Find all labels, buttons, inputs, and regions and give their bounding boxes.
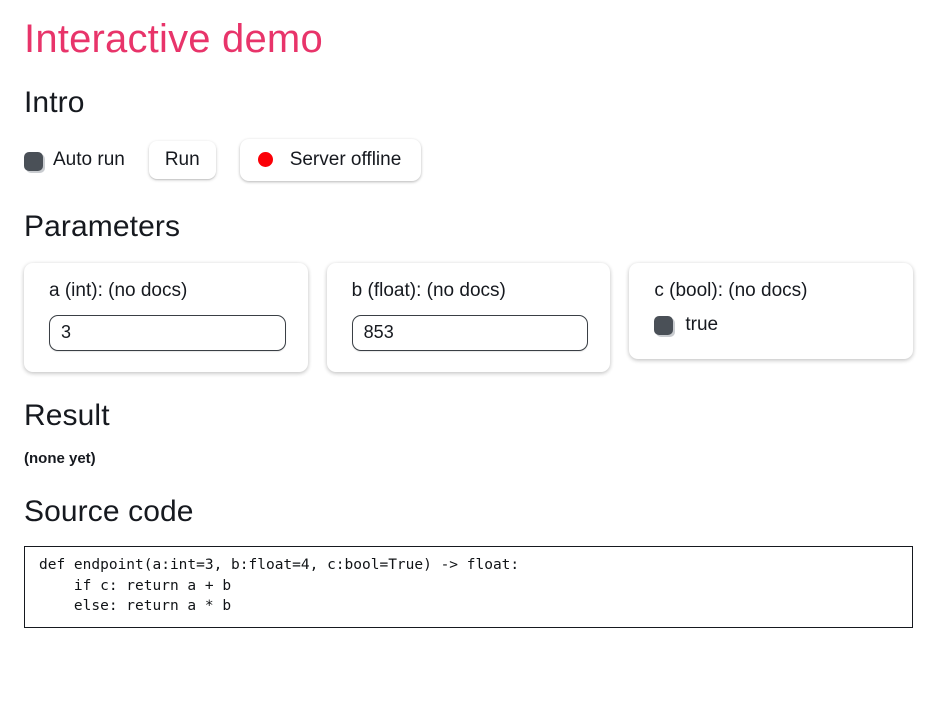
- run-button[interactable]: Run: [148, 141, 216, 180]
- source-code-text: def endpoint(a:int=3, b:float=4, c:bool=…: [39, 556, 520, 615]
- page-root: Interactive demo Intro Auto run Run Serv…: [0, 0, 937, 628]
- param-card-b: b (float): (no docs): [326, 263, 611, 372]
- param-checkbox-c[interactable]: true: [654, 313, 719, 335]
- param-input-a[interactable]: [49, 314, 286, 351]
- param-label-c: c (bool): (no docs): [654, 280, 808, 302]
- param-label-b: b (float): (no docs): [351, 280, 506, 302]
- source-code-box: def endpoint(a:int=3, b:float=4, c:bool=…: [24, 545, 913, 628]
- param-card-c: c (bool): (no docs) true: [629, 263, 914, 359]
- source-code-heading: Source code: [24, 494, 194, 528]
- result-heading: Result: [24, 398, 110, 432]
- checkbox-icon[interactable]: [24, 151, 43, 171]
- intro-controls-row: Auto run Run Server offline: [24, 139, 913, 182]
- param-card-a: a (int): (no docs): [24, 263, 308, 372]
- checkbox-icon[interactable]: [654, 315, 674, 335]
- intro-heading: Intro: [24, 86, 85, 120]
- param-input-b[interactable]: [351, 314, 589, 351]
- auto-run-label: Auto run: [53, 149, 125, 171]
- server-status-badge[interactable]: Server offline: [239, 139, 422, 182]
- param-label-a: a (int): (no docs): [49, 280, 188, 302]
- param-value-c: true: [685, 313, 719, 335]
- auto-run-checkbox[interactable]: Auto run: [24, 149, 125, 171]
- page-title: Interactive demo: [24, 17, 323, 61]
- result-value: (none yet): [24, 449, 96, 467]
- parameters-row: a (int): (no docs) b (float): (no docs) …: [24, 263, 914, 372]
- parameters-heading: Parameters: [24, 210, 181, 244]
- status-dot-icon: [257, 152, 273, 168]
- server-status-label: Server offline: [289, 149, 402, 171]
